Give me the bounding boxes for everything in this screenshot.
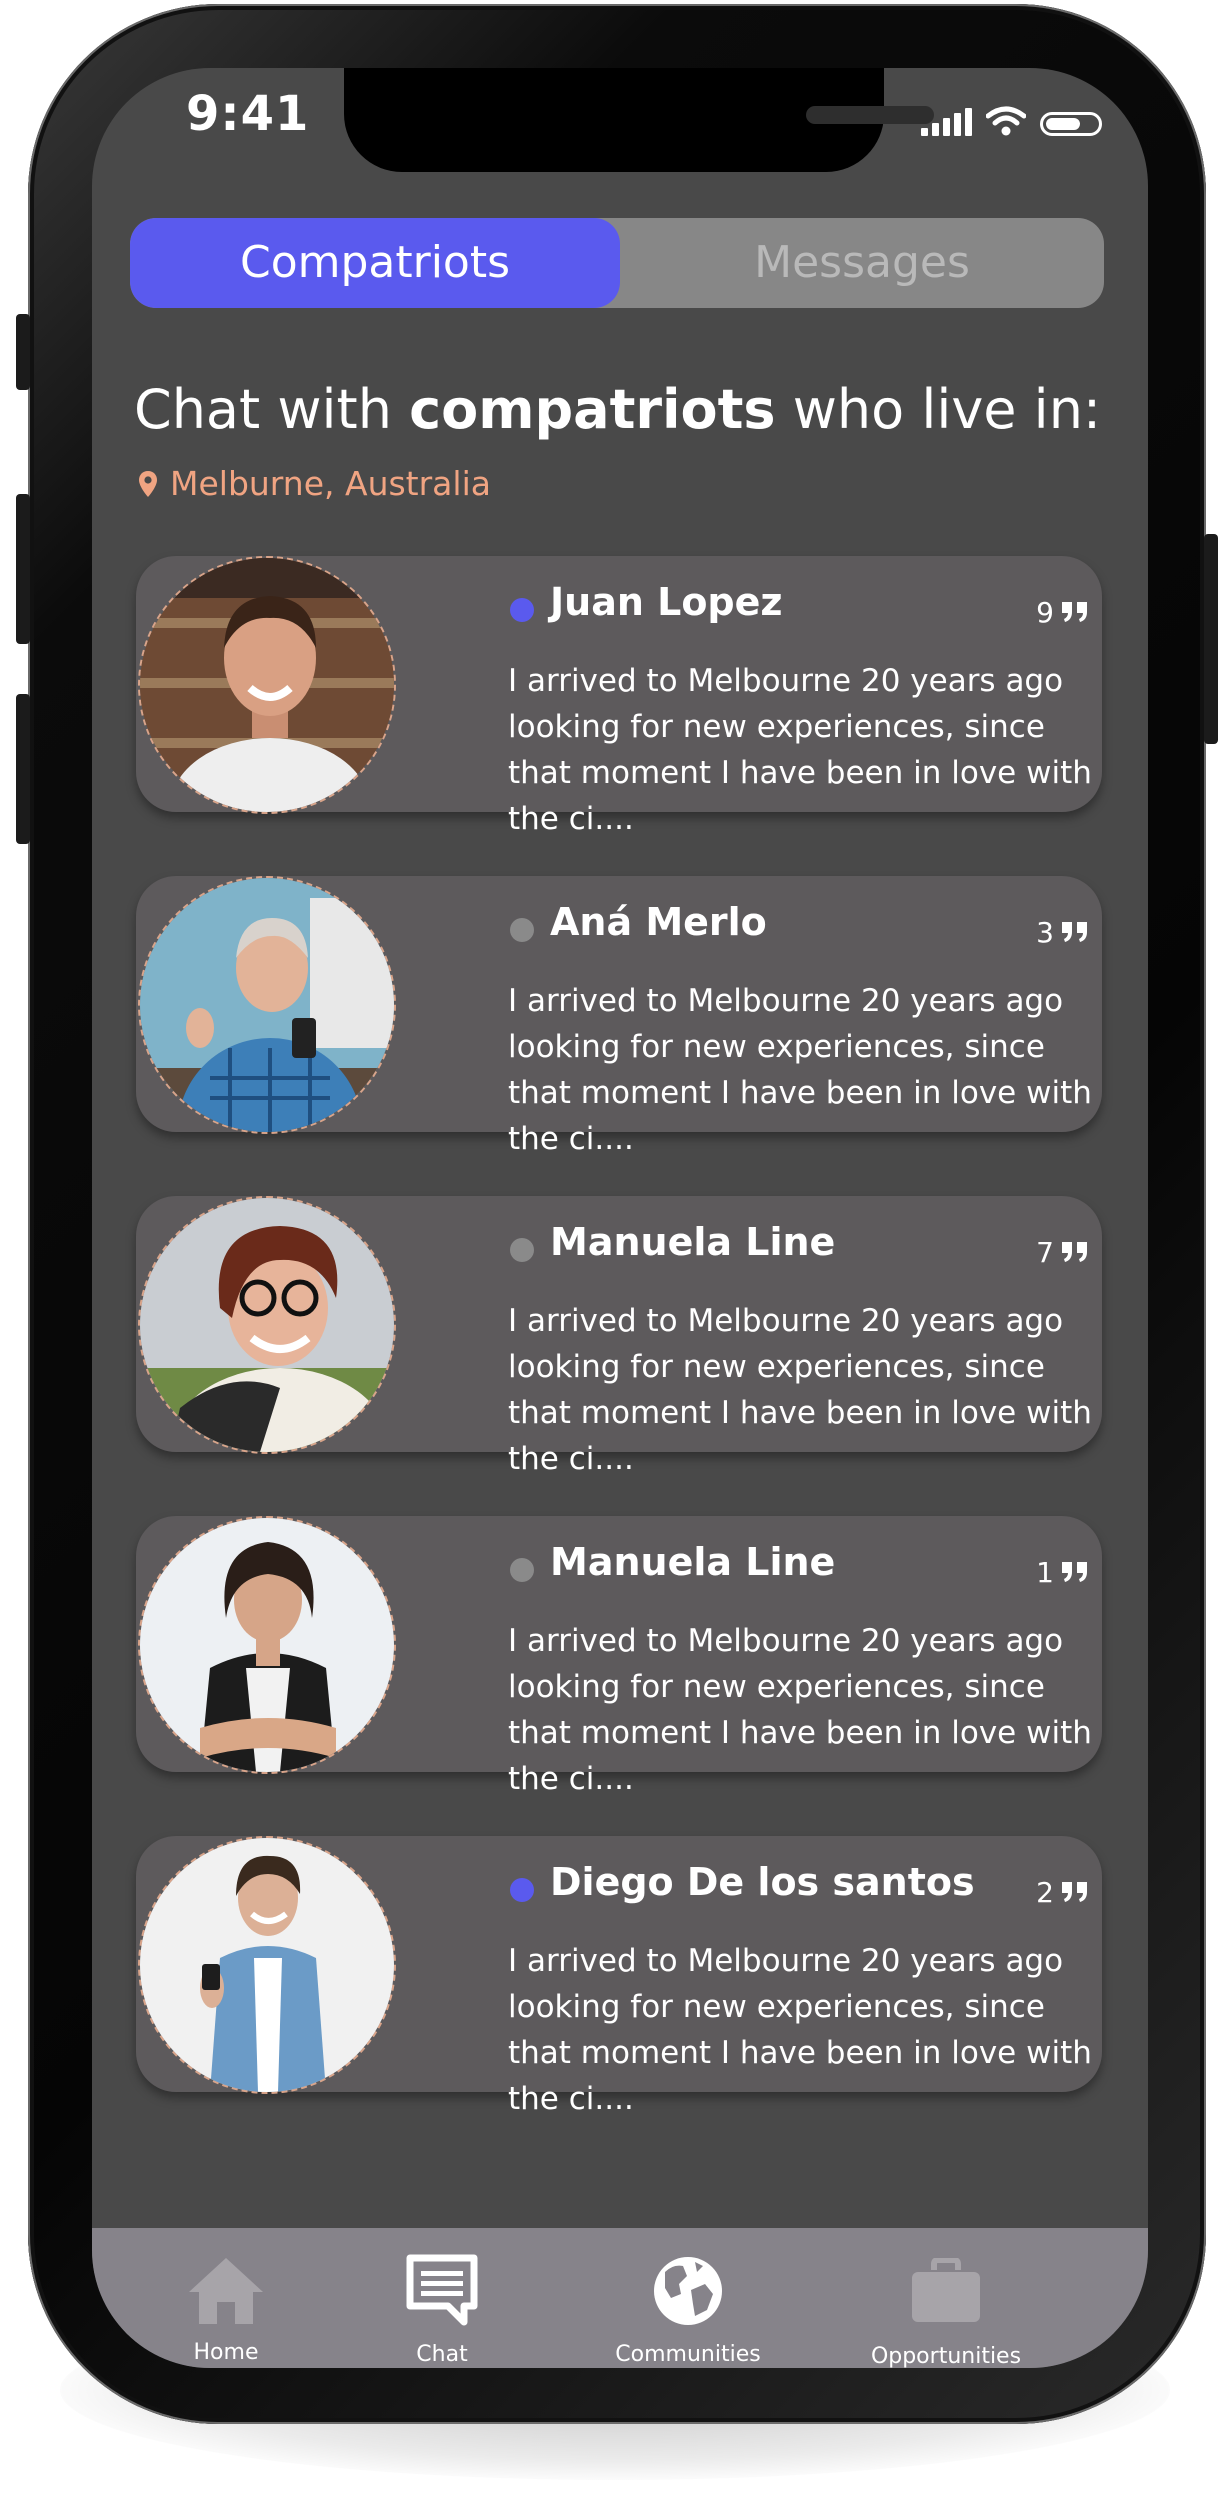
message-preview: I arrived to Melbourne 20 years ago look… bbox=[508, 1943, 1092, 2117]
battery-icon bbox=[1040, 112, 1102, 136]
location: Melburne, Australia bbox=[138, 464, 491, 503]
silent-switch bbox=[16, 314, 30, 390]
tab-messages[interactable]: Messages bbox=[620, 218, 1104, 308]
offline-indicator bbox=[510, 1238, 534, 1262]
avatar[interactable] bbox=[138, 556, 396, 814]
message-preview: I arrived to Melbourne 20 years ago look… bbox=[508, 663, 1092, 837]
message-preview: I arrived to Melbourne 20 years ago look… bbox=[508, 1623, 1092, 1797]
contact-name: Manuela Line bbox=[550, 1220, 836, 1264]
avatar-photo bbox=[140, 878, 394, 1132]
quote-icon bbox=[1062, 1562, 1087, 1582]
segmented-tabs: Compatriots Messages bbox=[130, 218, 1104, 308]
avatar-photo bbox=[140, 1198, 394, 1452]
app-screen: 9:41 Compatriots Messages Chat with comp… bbox=[92, 68, 1148, 2368]
contact-name: Juan Lopez bbox=[550, 580, 783, 624]
heading-suffix: who live in: bbox=[775, 378, 1102, 441]
message-preview: I arrived to Melbourne 20 years ago look… bbox=[508, 1303, 1092, 1477]
avatar-photo bbox=[140, 1518, 394, 1772]
nav-label: Opportunities bbox=[870, 2344, 1022, 2368]
avatar-photo bbox=[140, 558, 394, 812]
status-icons bbox=[921, 106, 1102, 136]
offline-indicator bbox=[510, 1558, 534, 1582]
power-button bbox=[1204, 534, 1218, 744]
message-count: 7 bbox=[1036, 1236, 1054, 1269]
bottom-nav: Home Chat Communities Opportunities bbox=[92, 2228, 1148, 2368]
volume-down-button bbox=[16, 694, 30, 844]
status-time: 9:41 bbox=[186, 86, 310, 142]
message-preview: I arrived to Melbourne 20 years ago look… bbox=[508, 983, 1092, 1157]
page-heading: Chat with compatriots who live in: bbox=[134, 378, 1101, 441]
message-count: 3 bbox=[1036, 916, 1054, 949]
message-count: 9 bbox=[1036, 596, 1054, 629]
nav-label: Home bbox=[193, 2340, 259, 2365]
heading-bold: compatriots bbox=[409, 378, 776, 441]
wifi-icon bbox=[986, 106, 1026, 136]
location-text: Melburne, Australia bbox=[170, 464, 491, 503]
notch bbox=[344, 68, 934, 172]
avatar[interactable] bbox=[138, 1196, 396, 1454]
quote-icon bbox=[1062, 602, 1087, 622]
online-indicator bbox=[510, 1878, 534, 1902]
message-count: 1 bbox=[1036, 1556, 1054, 1589]
nav-label: Communities bbox=[615, 2342, 761, 2367]
contact-name: Manuela Line bbox=[550, 1540, 836, 1584]
volume-up-button bbox=[16, 494, 30, 644]
nav-label: Chat bbox=[416, 2342, 468, 2367]
heading-prefix: Chat with bbox=[134, 378, 410, 441]
avatar[interactable] bbox=[138, 876, 396, 1134]
pin-icon bbox=[139, 470, 157, 497]
quote-icon bbox=[1062, 1882, 1087, 1902]
contact-name: Diego De los santos bbox=[550, 1860, 975, 1904]
message-count: 2 bbox=[1036, 1876, 1054, 1909]
chat-icon bbox=[406, 2254, 478, 2326]
contact-name: Aná Merlo bbox=[550, 900, 767, 944]
offline-indicator bbox=[510, 918, 534, 942]
home-icon bbox=[189, 2258, 263, 2324]
speaker bbox=[806, 106, 934, 124]
globe-icon bbox=[654, 2257, 722, 2325]
avatar[interactable] bbox=[138, 1516, 396, 1774]
online-indicator bbox=[510, 598, 534, 622]
signal-icon bbox=[921, 108, 972, 136]
avatar[interactable] bbox=[138, 1836, 396, 2094]
avatar-photo bbox=[140, 1838, 394, 2092]
quote-icon bbox=[1062, 922, 1087, 942]
briefcase-icon bbox=[912, 2258, 980, 2322]
tab-compatriots[interactable]: Compatriots bbox=[130, 218, 620, 308]
quote-icon bbox=[1062, 1242, 1087, 1262]
